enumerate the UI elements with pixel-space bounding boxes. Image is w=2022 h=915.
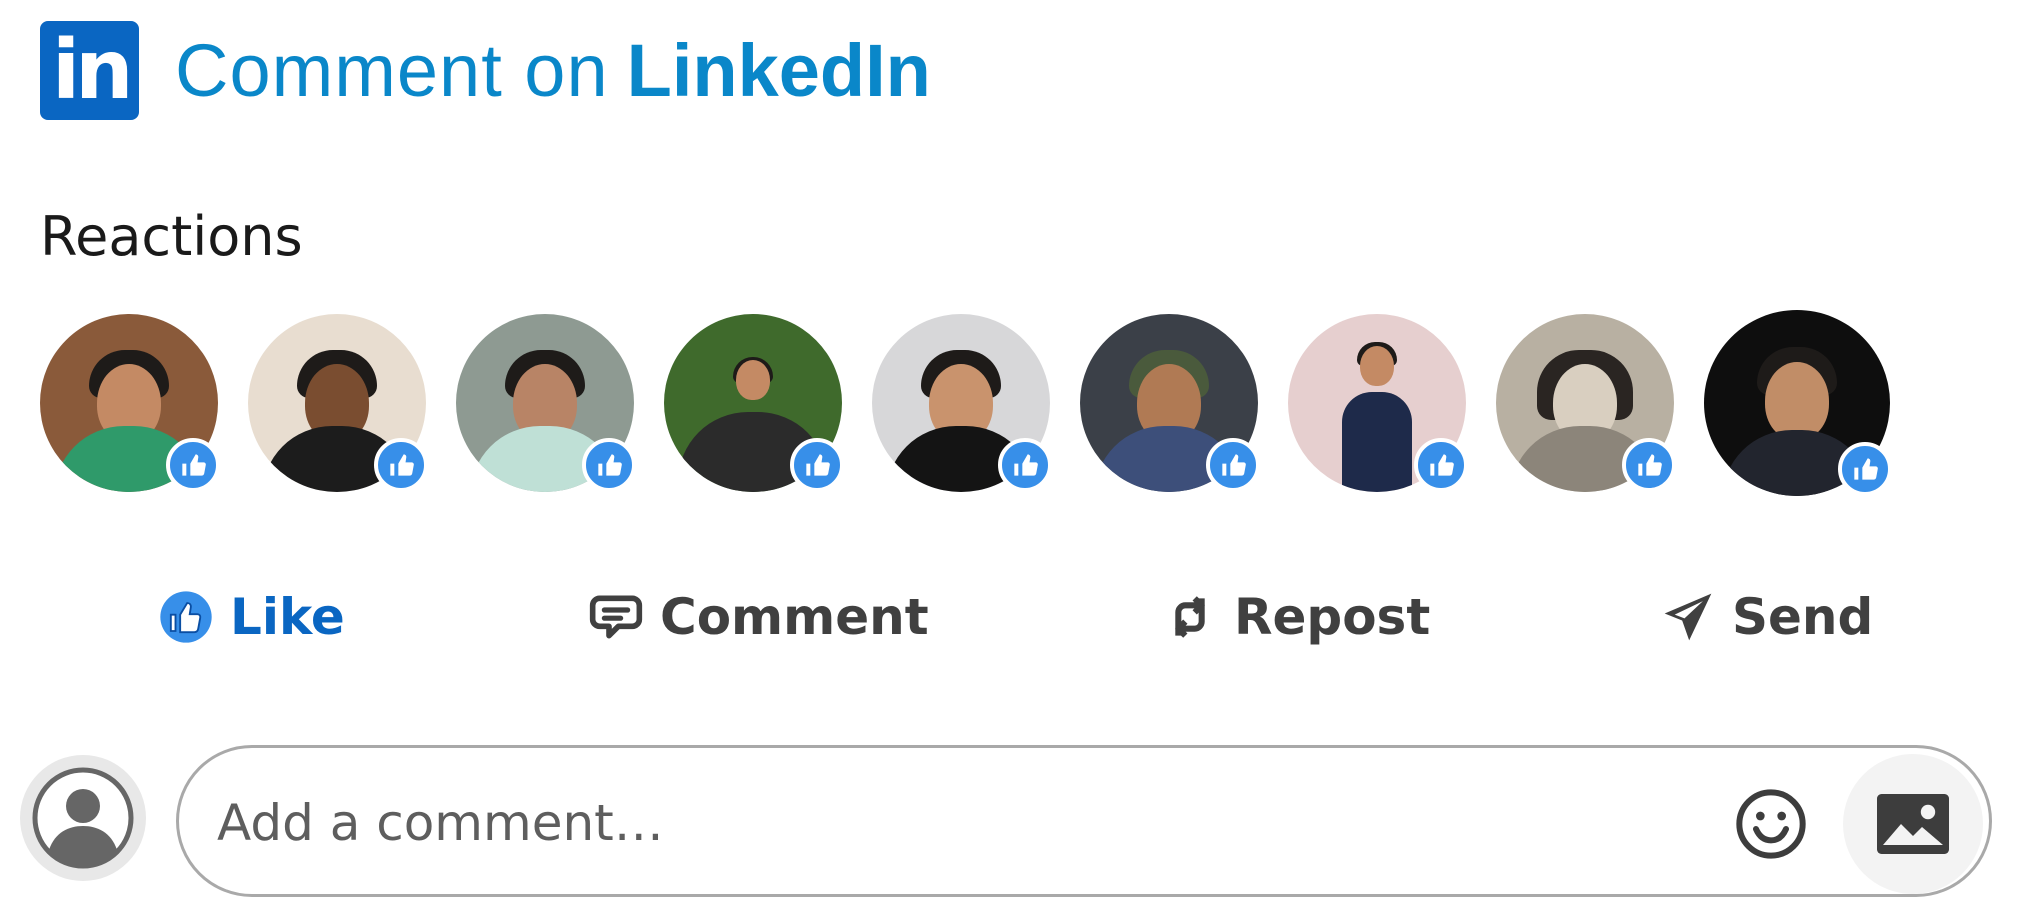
emoji-button[interactable] [1729, 782, 1813, 866]
thumbs-up-icon [790, 438, 844, 492]
reactor-avatar[interactable] [1496, 314, 1676, 494]
thumbs-up-icon [166, 438, 220, 492]
reactor-avatar[interactable] [40, 314, 220, 494]
comment-icon [589, 595, 643, 639]
send-icon [1664, 593, 1712, 641]
photo-icon [1877, 794, 1949, 854]
comment-label: Comment [660, 588, 929, 646]
thumbs-up-icon [160, 591, 212, 643]
header: in Comment on LinkedIn [40, 20, 931, 120]
reactor-avatar[interactable] [664, 314, 844, 494]
person-icon [32, 767, 134, 869]
thumbs-up-icon [998, 438, 1052, 492]
thumbs-up-icon [1622, 438, 1676, 492]
photo-button[interactable] [1843, 754, 1983, 894]
comment-composer [20, 745, 2000, 905]
thumbs-up-icon [1414, 438, 1468, 492]
reactor-avatar[interactable] [1080, 314, 1260, 494]
logo-text: in [52, 22, 134, 118]
reactor-avatar[interactable] [1704, 310, 1892, 498]
title-brand: LinkedIn [626, 28, 931, 112]
thumbs-up-icon [374, 438, 428, 492]
comment-box [176, 745, 1992, 897]
comment-button[interactable]: Comment [588, 572, 929, 662]
page-title: Comment on LinkedIn [175, 28, 931, 113]
repost-button[interactable]: Repost [1162, 572, 1430, 662]
reactor-avatar[interactable] [872, 314, 1052, 494]
send-label: Send [1732, 588, 1874, 646]
linkedin-logo-icon: in [40, 20, 139, 120]
title-prefix: Comment on [175, 28, 609, 112]
current-user-avatar [20, 755, 146, 881]
repost-label: Repost [1234, 588, 1431, 646]
reactor-avatar[interactable] [248, 314, 428, 494]
post-actions: Like Comment Repost Send [0, 572, 2022, 662]
send-button[interactable]: Send [1660, 572, 1873, 662]
reactor-avatar[interactable] [456, 314, 636, 494]
comment-input[interactable] [215, 784, 1619, 862]
emoji-icon [1736, 789, 1806, 859]
reactions-label: Reactions [40, 205, 303, 268]
thumbs-up-icon [1206, 438, 1260, 492]
like-button[interactable]: Like [158, 572, 345, 662]
thumbs-up-icon [582, 438, 636, 492]
reactor-avatar[interactable] [1288, 314, 1468, 494]
thumbs-up-icon [1838, 442, 1892, 496]
like-label: Like [230, 588, 345, 646]
repost-icon [1175, 596, 1205, 638]
